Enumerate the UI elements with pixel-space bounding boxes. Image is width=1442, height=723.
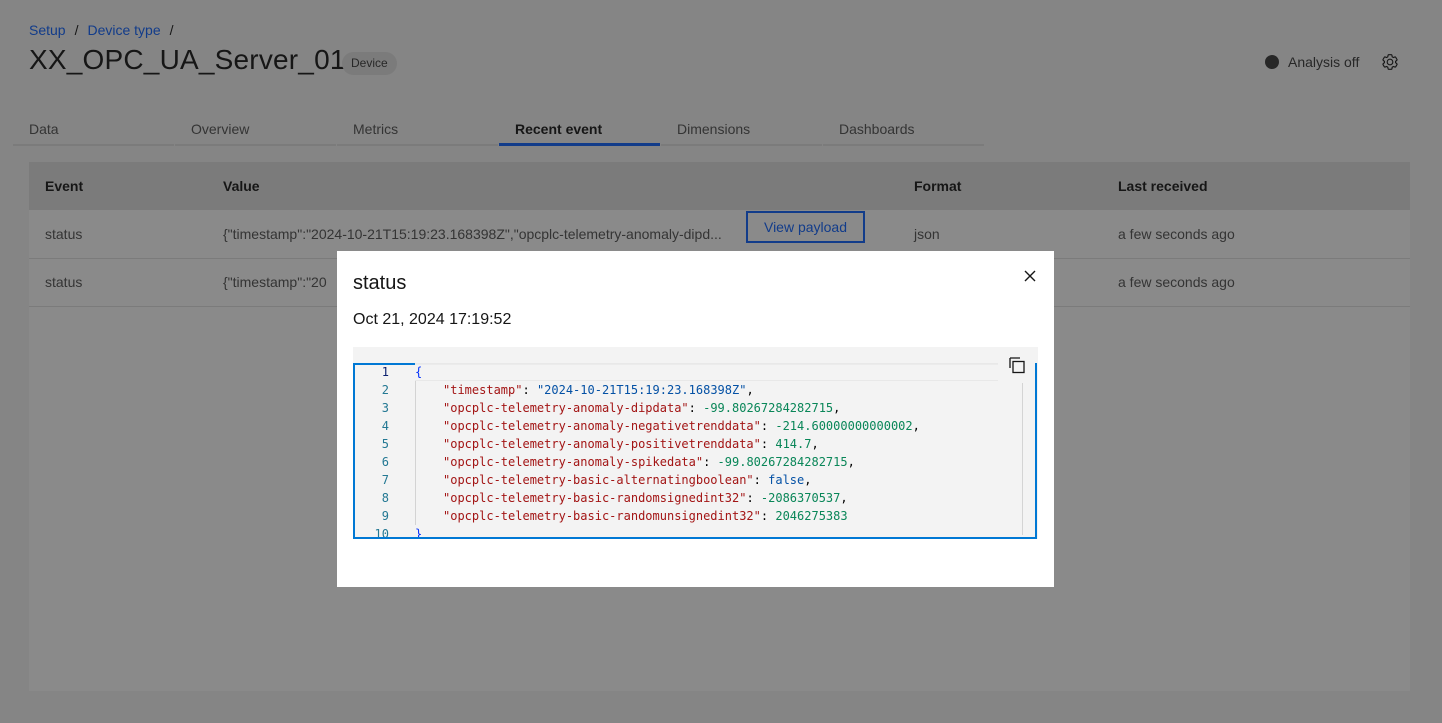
copy-icon[interactable] — [1007, 356, 1027, 376]
close-button[interactable] — [1018, 266, 1042, 290]
editor-focus-frame — [353, 363, 1037, 539]
editor-focus-frame-top — [353, 363, 415, 365]
json-code-editor[interactable]: 1{2 "timestamp": "2024-10-21T15:19:23.168… — [353, 347, 1038, 539]
modal-title: status — [353, 272, 407, 294]
modal-timestamp: Oct 21, 2024 17:19:52 — [353, 311, 512, 328]
payload-modal: status Oct 21, 2024 17:19:52 1{2 "timesta… — [337, 251, 1054, 587]
close-icon — [1024, 270, 1036, 281]
